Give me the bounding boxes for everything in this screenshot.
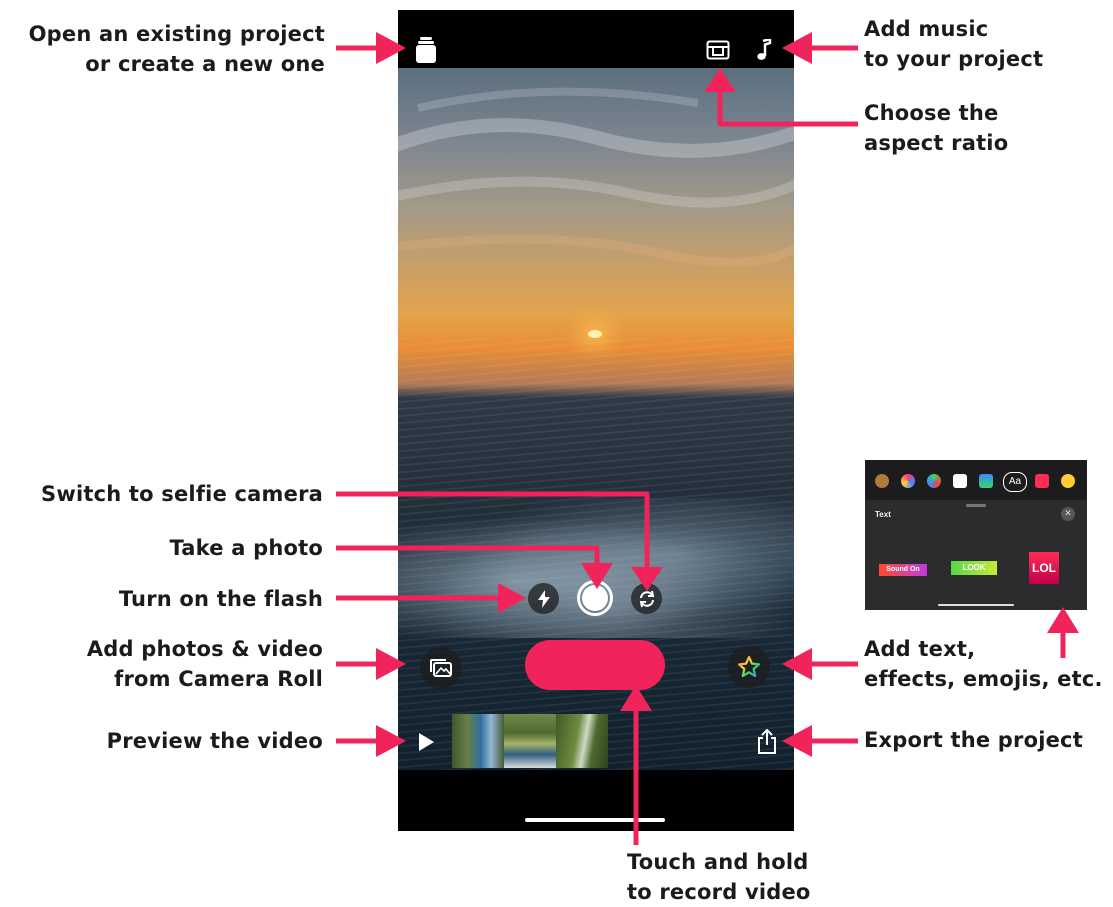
text-style-look[interactable]: LOOK [951,561,997,575]
share-icon [758,729,776,754]
record-button[interactable] [525,640,665,690]
panel-title: Text [875,510,891,519]
tab-effects-color[interactable] [901,474,915,488]
shutter-icon [582,585,608,611]
callout-selfie-camera: Switch to selfie camera [41,482,323,506]
callout-aspect-ratio: Choose the aspect ratio [864,101,1009,155]
tab-effects-speech[interactable] [953,474,967,488]
tab-effects-emoji[interactable] [1061,474,1075,488]
callout-flash: Turn on the flash [118,587,323,611]
callout-add-music: Add music to your project [864,17,1044,71]
flash-icon [537,589,550,608]
callout-preview: Preview the video [106,729,323,753]
callout-add-text: Add text, effects, emojis, etc. [864,637,1103,691]
timeline-clip-2[interactable] [504,714,556,768]
timeline-clip-3[interactable] [556,714,608,768]
play-button[interactable] [414,730,438,754]
home-indicator [525,818,665,822]
tab-effects-avatar[interactable] [875,474,889,488]
effects-button[interactable] [728,646,770,688]
tab-effects-stickers[interactable] [1035,474,1049,488]
tab-text[interactable]: Aa [1003,472,1027,492]
tab-effects-scene[interactable] [979,474,993,488]
phone-screen [398,10,794,831]
effects-panel: Aa Text ✕ Sound On LOOK LOL [865,460,1087,610]
share-button[interactable] [754,728,780,756]
callout-export: Export the project [864,728,1083,752]
star-effects-icon [737,655,761,678]
panel-home-indicator [938,604,1014,606]
play-icon [419,733,434,751]
panel-close-button[interactable]: ✕ [1061,507,1075,521]
aspect-ratio-icon[interactable] [704,36,732,64]
callout-add-media: Add photos & video from Camera Roll [86,637,323,691]
callout-record: Touch and hold to record video [627,850,811,904]
tab-effects-filters[interactable] [927,474,941,488]
effects-tab-bar: Aa [865,460,1087,500]
flip-camera-icon [639,590,654,607]
timeline-clip-1[interactable] [452,714,504,768]
callout-open-project: Open an existing project or create a new… [28,22,325,76]
cloud-layer [398,87,794,268]
shutter-button[interactable] [577,580,613,616]
camera-roll-button[interactable] [420,647,462,689]
sun [588,330,602,338]
sea-foam [398,498,794,638]
callout-take-photo: Take a photo [169,536,323,560]
text-style-sound-on[interactable]: Sound On [879,564,927,576]
music-note-icon[interactable] [750,36,778,64]
projects-stack-icon[interactable] [412,36,440,64]
camera-roll-icon [430,659,452,677]
flip-camera-button[interactable] [631,583,662,614]
text-style-lol[interactable]: LOL [1029,552,1059,584]
flash-button[interactable] [528,583,559,614]
panel-grabber [966,504,986,507]
